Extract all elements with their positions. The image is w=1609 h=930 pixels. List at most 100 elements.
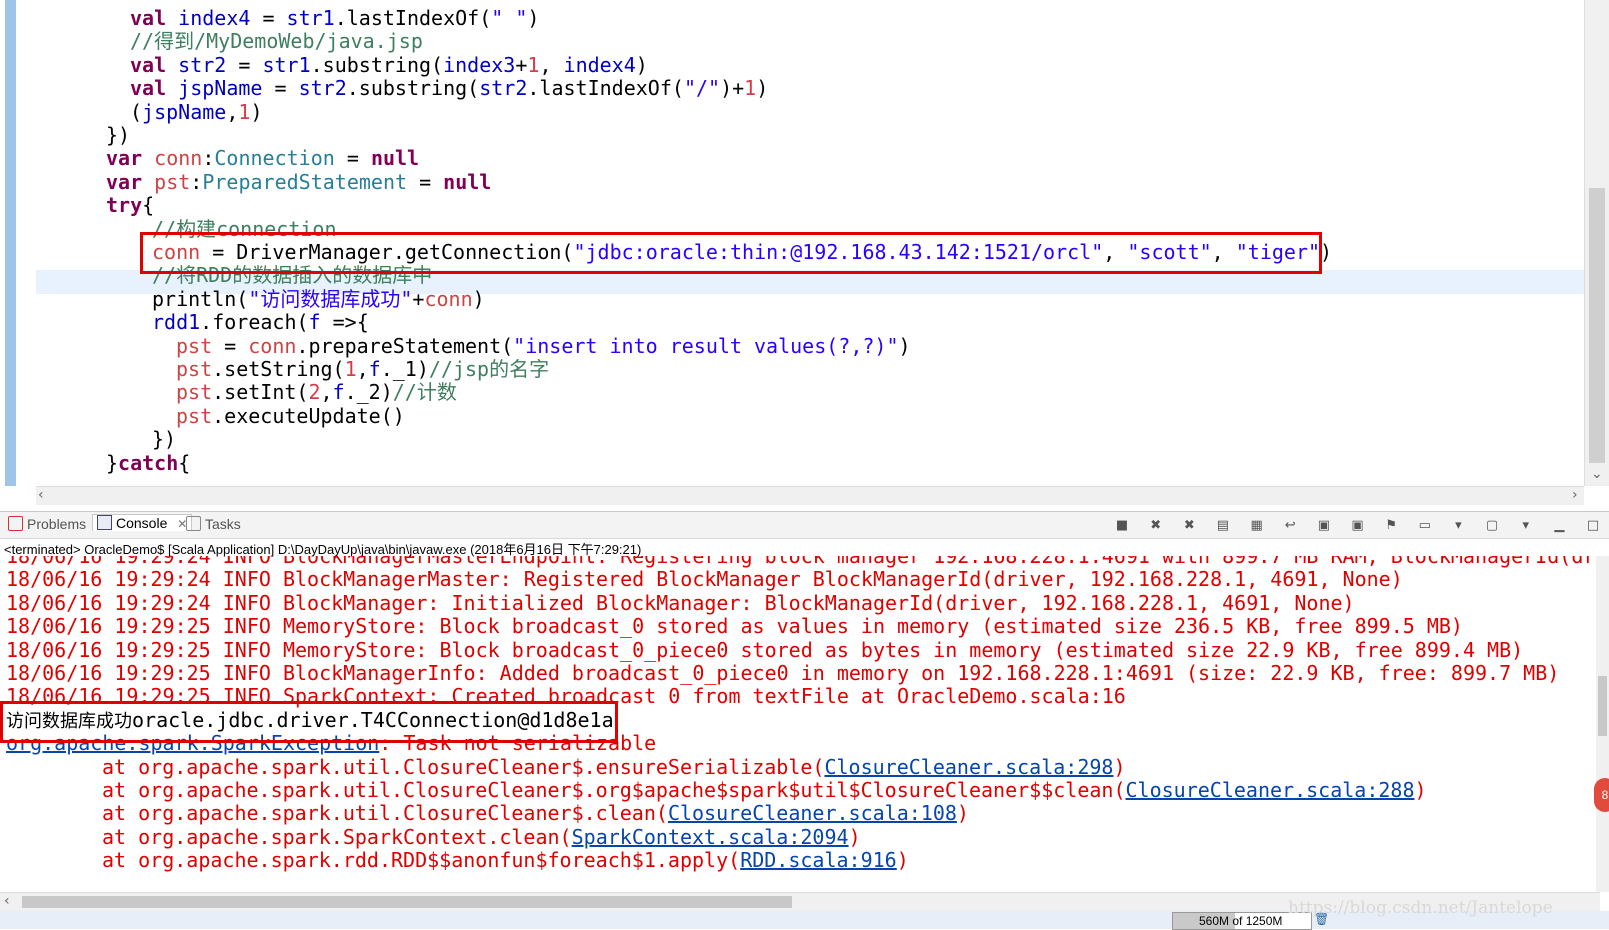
open-console-icon[interactable]: ▢ [1484, 518, 1500, 534]
code-token: .prepareStatement( [296, 333, 514, 358]
code-token: = [262, 76, 299, 101]
code-token: .executeUpdate() [212, 403, 405, 428]
maximize-icon[interactable]: □ [1585, 518, 1601, 534]
tab-problems-label: Problems [27, 516, 87, 532]
code-line: var pst:PreparedStatement = null [106, 170, 491, 194]
minimize-icon[interactable]: ▁ [1551, 518, 1567, 534]
console-horizontal-scroll-thumb[interactable] [22, 896, 792, 908]
code-token: ) [635, 52, 648, 77]
tab-problems[interactable]: Problems [8, 516, 86, 532]
code-token: jspName [142, 99, 227, 124]
stack-frame-link[interactable]: ClosureCleaner.scala:108 [668, 801, 957, 825]
connection-highlight-box [140, 232, 1322, 274]
display-selected-console-icon[interactable]: ▭ [1417, 518, 1433, 534]
tab-tasks[interactable]: Tasks [186, 516, 241, 532]
show-on-stderr-icon[interactable]: ▣ [1350, 518, 1366, 534]
code-token: conn [248, 333, 297, 358]
editor-vertical-scrollbar[interactable]: ⌄ [1584, 0, 1609, 486]
stack-frame-link[interactable]: SparkContext.scala:2094 [572, 825, 849, 849]
scroll-left-arrow-icon[interactable]: ‹ [4, 893, 10, 909]
code-line: pst.executeUpdate() [176, 404, 405, 428]
scroll-lock-icon[interactable]: ▦ [1249, 518, 1265, 534]
code-token: //jsp的名字 [428, 357, 550, 381]
tab-console-label: Console [116, 515, 168, 531]
code-line: }) [152, 427, 176, 451]
chevron-down-icon[interactable]: ▾ [1518, 518, 1534, 534]
code-token: str2 [178, 52, 227, 77]
console-line: 18/06/16 19:29:24 INFO BlockManager: Ini… [6, 591, 1355, 615]
stack-frame-link[interactable]: ClosureCleaner.scala:298 [824, 755, 1113, 779]
word-wrap-icon[interactable]: ↩ [1282, 518, 1298, 534]
code-token: " " [491, 6, 528, 30]
console-icon [97, 515, 112, 530]
code-token: ) [472, 286, 485, 311]
code-token: ._1) [380, 357, 429, 381]
change-ruler [5, 0, 16, 486]
code-token: index4 [563, 52, 636, 77]
console-line: 18/06/16 19:29:25 INFO MemoryStore: Bloc… [6, 638, 1523, 662]
code-line: (jspName,1) [130, 100, 262, 124]
code-token: 2 [308, 380, 321, 405]
scroll-left-arrow-icon[interactable]: ‹ [38, 487, 44, 503]
terminate-icon[interactable]: ■ [1114, 518, 1130, 534]
stack-frame-tail: ) [956, 801, 969, 826]
stack-frame-link[interactable]: ClosureCleaner.scala:288 [1126, 778, 1415, 802]
scroll-down-arrow-icon[interactable]: ⌄ [1591, 466, 1603, 482]
code-token: = [250, 6, 287, 30]
heap-status-label: 560M of 1250M [1199, 914, 1283, 928]
code-token: "/" [683, 76, 721, 101]
code-token: { [142, 193, 155, 218]
console-text: 18/06/16 19:29:24 INFO BlockManagerMaste… [6, 556, 1600, 568]
code-token: .substring( [310, 52, 444, 77]
code-line: }) [106, 123, 130, 147]
code-token: jspName [178, 76, 263, 101]
code-token: pst [176, 333, 213, 358]
code-token: = [226, 52, 263, 77]
clear-console-icon[interactable]: ▤ [1215, 518, 1231, 534]
scroll-right-arrow-icon[interactable]: › [1572, 487, 1578, 503]
tab-console[interactable]: Console ✕ [92, 514, 193, 531]
remove-all-terminated-icon[interactable]: ✖ [1181, 518, 1197, 534]
editor-horizontal-scrollbar[interactable]: ‹ › [36, 486, 1584, 505]
code-token: ) [898, 333, 911, 358]
stack-frame-link[interactable]: RDD.scala:916 [740, 848, 897, 872]
pin-console-icon[interactable]: ⚑ [1383, 518, 1399, 534]
show-on-stdout-icon[interactable]: ▣ [1316, 518, 1332, 534]
code-token: var [106, 169, 143, 194]
code-token: 1 [238, 99, 251, 124]
code-token: println( [152, 286, 249, 311]
stack-frame-text: at org.apache.spark.util.ClosureCleaner$… [102, 801, 668, 826]
editor-vertical-scroll-thumb[interactable] [1589, 188, 1605, 463]
code-token: ) [756, 76, 769, 101]
console-vertical-scrollbar[interactable] [1596, 556, 1609, 892]
panel-tab-bar: Problems Console ✕ Tasks ■ ✖ ✖ ▤ ▦ ↩ ▣ ▣… [0, 511, 1609, 539]
code-editor[interactable]: val index4 = str1.lastIndexOf(" ")//得到/M… [0, 0, 1609, 505]
code-token: //得到/MyDemoWeb/java.jsp [130, 29, 423, 54]
code-token: try [106, 193, 143, 218]
code-line: pst.setInt(2,f._2)//计数 [176, 380, 457, 404]
code-token: }) [106, 123, 131, 147]
code-token: = [334, 146, 371, 171]
chevron-down-icon[interactable]: ▾ [1450, 518, 1466, 534]
console-line: 18/06/16 19:29:25 INFO MemoryStore: Bloc… [6, 614, 1463, 638]
code-line: pst.setString(1,f._1)//jsp的名字 [176, 357, 549, 381]
code-token: { [178, 450, 191, 475]
remove-launch-icon[interactable]: ✖ [1148, 518, 1164, 534]
code-token: = [407, 169, 444, 194]
code-token: str1 [286, 6, 335, 30]
code-token: .setString( [212, 357, 345, 381]
code-token: str2 [479, 76, 528, 101]
code-token: Connection [214, 146, 335, 171]
code-token: "insert into result values(?,?)" [513, 333, 899, 358]
code-token: ) [527, 6, 540, 30]
code-token: ) [250, 99, 263, 124]
code-token: 1 [344, 357, 357, 381]
code-line: val str2 = str1.substring(index3+1, inde… [130, 53, 648, 77]
code-token: val [130, 52, 167, 77]
code-token: str2 [298, 76, 347, 101]
console-vertical-scroll-thumb[interactable] [1598, 676, 1607, 736]
code-token: } [106, 450, 119, 475]
